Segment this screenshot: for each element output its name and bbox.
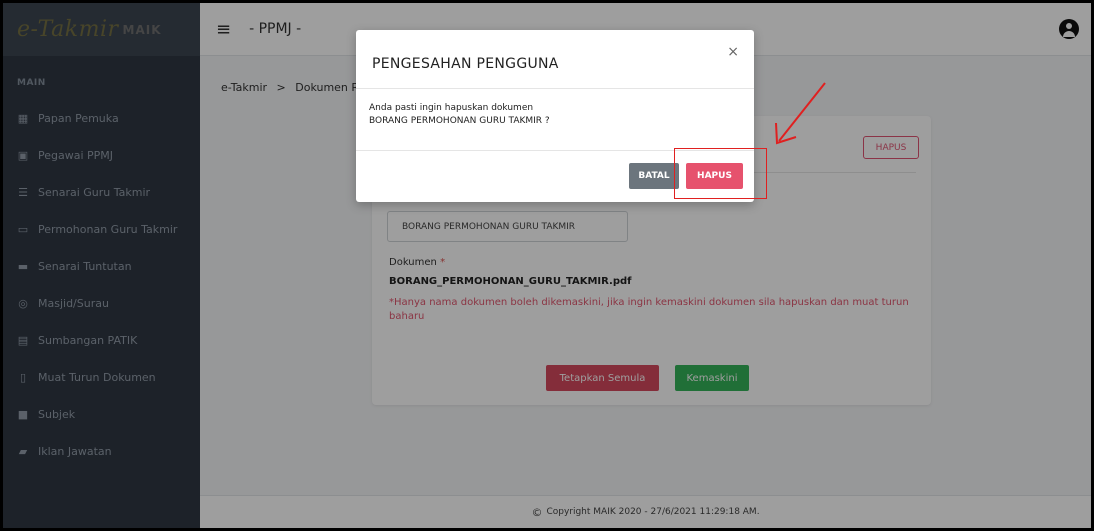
close-icon[interactable]: × [727,44,739,60]
modal-message-line2: BORANG PERMOHONAN GURU TAKMIR ? [369,116,550,126]
modal-title: PENGESAHAN PENGGUNA [372,56,559,72]
divider [356,88,754,89]
modal-message-line1: Anda pasti ingin hapuskan dokumen [369,103,534,113]
annotation-highlight-box [674,148,767,199]
sidebar: e-Takmir MAIK MAIN ▦ Papan Pemuka ▣ Pega… [3,3,200,528]
sidebar-dim-overlay [3,3,200,528]
cancel-button[interactable]: BATAL [629,163,679,189]
app-frame: e-Takmir MAIK MAIN ▦ Papan Pemuka ▣ Pega… [3,3,1091,528]
modal-message: Anda pasti ingin hapuskan dokumen BORANG… [369,102,550,128]
